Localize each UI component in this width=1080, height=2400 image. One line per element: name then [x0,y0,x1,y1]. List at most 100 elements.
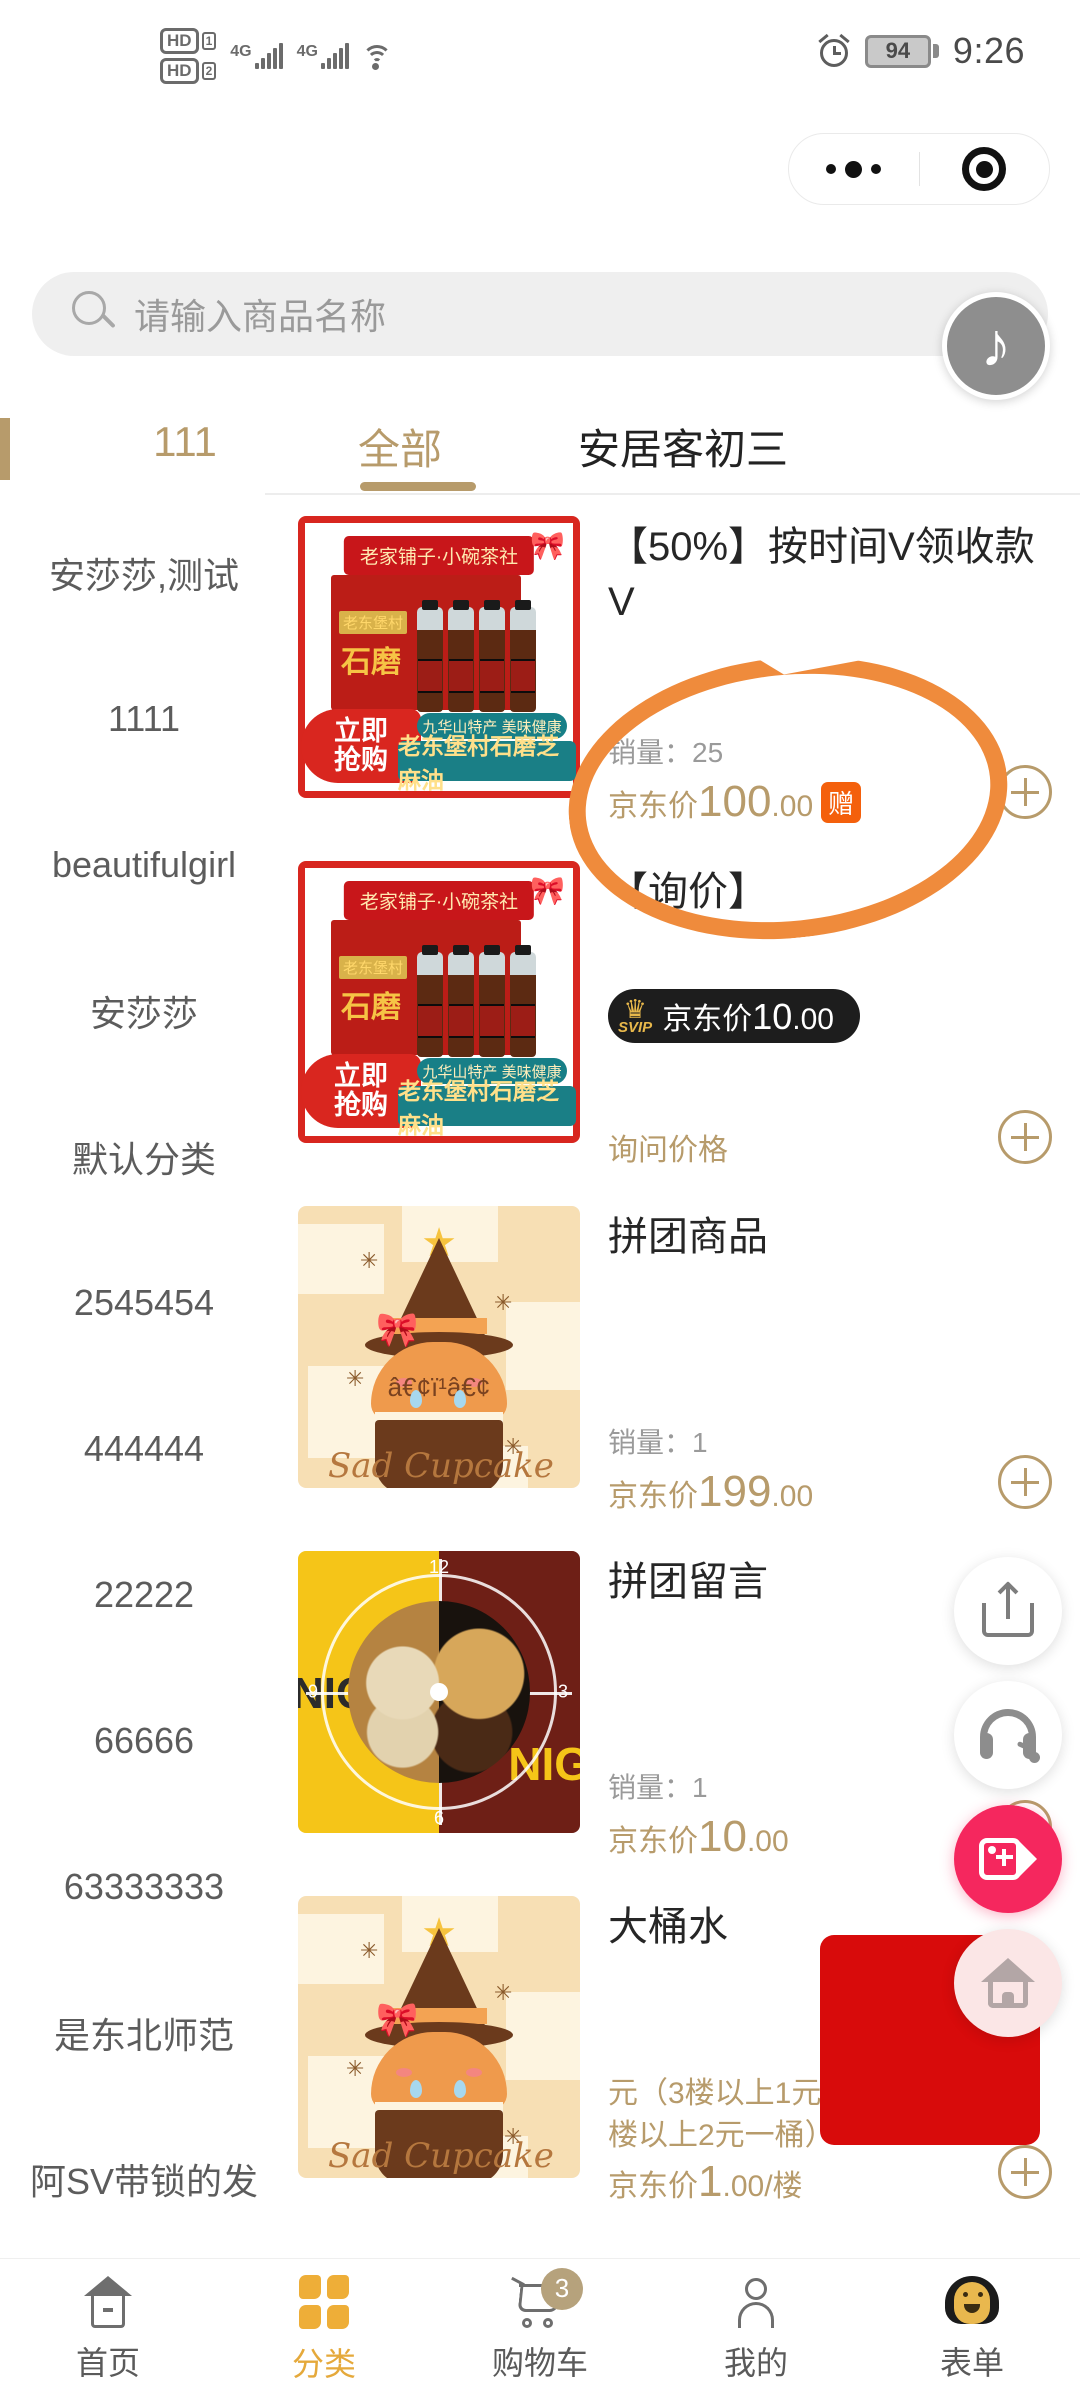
cart-icon: 3 [511,2276,569,2328]
search-icon [72,291,118,337]
nav-item-mine[interactable]: 我的 [648,2259,864,2400]
wifi-icon [361,43,393,69]
sidebar-item-4[interactable]: 默认分类 [0,1084,288,1230]
battery-level: 94 [865,35,931,68]
oil-teal-bar-text: 老东堡村石磨芝麻油 [398,1086,576,1126]
home-icon [981,1958,1035,2008]
product-row[interactable]: 老家铺子·小碗茶社 老东堡村 石磨 🎀 立即 抢购 九华山特产 美味健康 老东堡… [288,845,1080,1190]
bow-icon: 🎀 [376,2000,418,2040]
sidebar-item-3[interactable]: 安莎莎 [0,938,288,1084]
oil-cta-line1: 立即 [334,717,388,746]
bow-icon: 🎀 [376,1310,418,1350]
sidebar-item-5[interactable]: 2545454 [0,1230,288,1376]
sidebar-item-10[interactable]: 是东北师范 [0,1960,288,2106]
sim-index-1: 1 [202,32,217,50]
battery-tip [933,44,939,58]
oil-cta-line1: 立即 [334,1062,388,1091]
oil-cta-line2: 抢购 [334,1091,388,1120]
product-price: 京东价1.00/楼 [608,2157,803,2207]
customer-service-button[interactable] [954,1681,1062,1789]
sidebar-item-9[interactable]: 63333333 [0,1814,288,1960]
nav-item-form[interactable]: 表单 [864,2259,1080,2400]
selected-category-label[interactable]: 111 [70,418,300,466]
grid-icon [299,2275,349,2329]
product-bottom: 询问价格 [608,1130,1056,1172]
bottom-nav-bar[interactable]: 首页 分类 3 购物车 我的 表单 [0,2258,1080,2400]
alarm-icon [817,34,851,68]
sidebar-item-8[interactable]: 66666 [0,1668,288,1814]
product-image-sesame-oil-1[interactable]: 老家铺子·小碗茶社 老东堡村 石磨 🎀 立即 抢购 九华山特产 美味健康 老东堡… [298,516,580,798]
product-image-sad-cupcake-1[interactable]: ✳ ✳ ✳ ✳ ★ 🎀 â€¢ï¹â€¢ Sad Cupcake [298,1206,580,1488]
oil-box-label: 老东堡村 [339,611,407,634]
nav-label-mine: 我的 [724,2338,788,2384]
product-row[interactable]: 老家铺子·小碗茶社 老东堡村 石磨 🎀 立即 抢购 九华山特产 美味健康 老东堡… [288,500,1080,845]
sidebar-item-6[interactable]: 444444 [0,1376,288,1522]
sidebar-item-2[interactable]: beautifulgirl [0,792,288,938]
svip-price-pill: ♛ SVIP 京东价10.00 [608,989,860,1043]
product-price-row: 京东价199.00 [608,1467,1056,1517]
tabs-bar: 111 全部 安居客初三 [0,396,1080,500]
sidebar-item-0[interactable]: 安莎莎,测试 [0,500,288,646]
search-input[interactable]: 请输入商品名称 [32,272,1048,356]
nav-label-category: 分类 [292,2339,356,2385]
hd-sim-2: HD 2 [160,58,216,84]
share-button[interactable] [954,1557,1062,1665]
product-sales: 销量：25 [608,731,1056,771]
nav-item-category[interactable]: 分类 [216,2259,432,2400]
sim-index-2: 2 [202,62,217,80]
sidebar-item-7[interactable]: 22222 [0,1522,288,1668]
signal-group-2: 4G [297,43,349,69]
product-price: 京东价199.00 [608,1467,813,1517]
sidebar-item-11[interactable]: 阿SV带锁的发 [0,2106,288,2252]
cart-badge: 3 [541,2268,583,2310]
product-image-sad-cupcake-2[interactable]: ✳ ✳ ✳ ✳ ★ 🎀 Sad Cupcake [298,1896,580,2178]
add-to-cart-button[interactable] [998,1455,1052,1509]
signal-group-1: 4G [230,43,282,69]
sidebar-item-1[interactable]: 1111 [0,646,288,792]
product-row[interactable]: ✳ ✳ ✳ ✳ ★ 🎀 â€¢ï¹â€¢ Sad Cupcake [288,1190,1080,1535]
oil-ribbon-text: 老家铺子·小碗茶社 [344,881,534,920]
add-to-cart-button[interactable] [998,1110,1052,1164]
product-title: 拼团商品 [608,1210,1056,1265]
oil-cta-line2: 抢购 [334,746,388,775]
oil-bow-icon: 🎀 [530,874,565,907]
music-note-icon[interactable]: ♪ [942,292,1050,400]
product-image-noodle-poster[interactable]: NIG NIG 12 3 6 9 [298,1551,580,1833]
nav-label-home: 首页 [76,2338,140,2384]
nav-item-home[interactable]: 首页 [0,2259,216,2400]
tab-anjuke[interactable]: 安居客初三 [578,416,788,477]
network-label-1: 4G [230,43,251,61]
product-bottom: 销量：25 京东价100.00 赠 [608,731,1056,827]
svip-price-text: 京东价10.00 [662,994,834,1038]
share-icon [982,1585,1034,1637]
target-circle-icon[interactable] [920,147,1050,191]
status-bar-clock: 9:26 [953,30,1025,72]
oil-box-bigtext: 石磨 [341,637,401,681]
selected-category-indicator [0,418,10,480]
search-section: 请输入商品名称 [0,262,1080,372]
add-to-cart-button[interactable] [998,2145,1052,2199]
home-shortcut-button[interactable] [954,1929,1062,2037]
more-dots-icon[interactable] [789,161,919,178]
miniprogram-capsule[interactable] [788,133,1050,205]
product-title: 【50%】按时间V领收款V [608,520,1056,630]
signal-bars-icon-2 [321,43,349,69]
hd-sim-1: HD 1 [160,28,216,54]
oil-bow-icon: 🎀 [530,529,565,562]
product-price-row: 京东价1.00/楼 [608,2157,1056,2207]
status-bar-right: 94 9:26 [817,30,1025,72]
service-face-icon [945,2276,999,2328]
category-sidebar[interactable]: 安莎莎,测试 1111 beautifulgirl 安莎莎 默认分类 25454… [0,500,288,2258]
nav-label-cart: 购物车 [492,2338,588,2384]
add-to-cart-button[interactable] [998,765,1052,819]
video-button[interactable] [954,1805,1062,1913]
hd-indicators: HD 1 HD 2 [160,28,216,84]
tab-all[interactable]: 全部 [358,416,442,477]
nav-item-cart[interactable]: 3 购物车 [432,2259,648,2400]
product-image-sesame-oil-2[interactable]: 老家铺子·小碗茶社 老东堡村 石磨 🎀 立即 抢购 九华山特产 美味健康 老东堡… [298,861,580,1143]
floating-action-buttons[interactable] [954,1557,1062,2053]
product-info: 【询价】 ♛ SVIP 京东价10.00 询问价格 [580,861,1080,1190]
oil-ribbon-text: 老家铺子·小碗茶社 [344,536,534,575]
product-sales: 销量：1 [608,1421,1056,1461]
status-bar: HD 1 HD 2 4G 4G 94 9:26 [0,0,1080,110]
